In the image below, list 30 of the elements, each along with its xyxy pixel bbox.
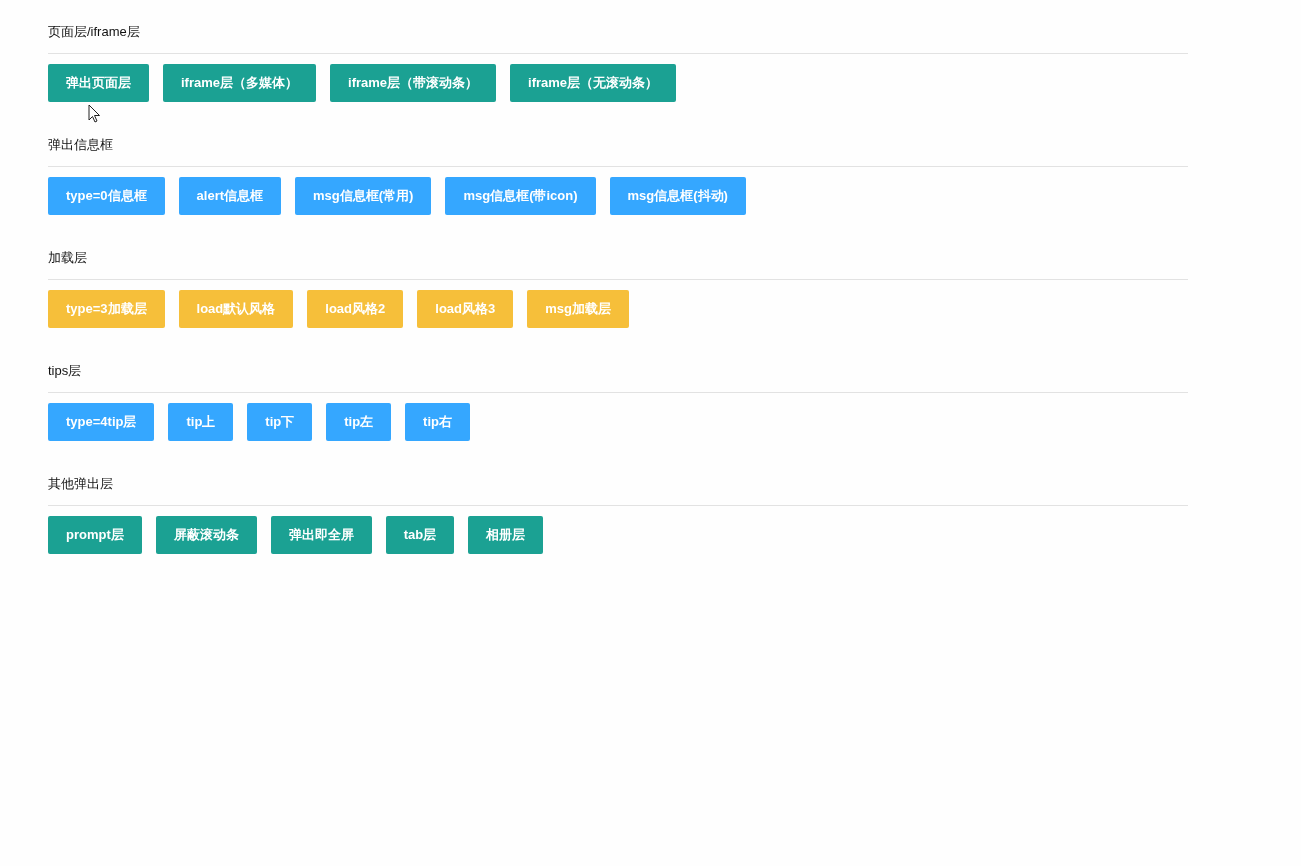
action-button[interactable]: alert信息框 (178, 177, 282, 215)
action-button[interactable]: 弹出即全屏 (270, 516, 372, 554)
action-button[interactable]: load风格2 (307, 290, 404, 328)
action-button[interactable]: tip左 (326, 403, 392, 441)
action-button[interactable]: msg加载层 (527, 290, 629, 328)
action-button[interactable]: tip上 (168, 403, 234, 441)
action-button[interactable]: tip右 (405, 403, 470, 441)
action-button[interactable]: 屏蔽滚动条 (155, 516, 257, 554)
action-button[interactable]: type=0信息框 (48, 177, 165, 215)
action-button[interactable]: iframe层（多媒体） (163, 64, 317, 102)
action-button[interactable]: 相册层 (468, 516, 544, 554)
action-button[interactable]: load默认风格 (178, 290, 294, 328)
section-title: 页面层/iframe层 (48, 24, 140, 39)
section-title: 加载层 (48, 250, 87, 265)
action-button[interactable]: prompt层 (48, 516, 142, 554)
action-button[interactable]: 弹出页面层 (48, 64, 149, 102)
section-title: 弹出信息框 (48, 137, 113, 152)
mouse-pointer-icon (88, 104, 101, 123)
section-title: tips层 (48, 363, 82, 378)
action-button[interactable]: msg信息框(抖动) (609, 177, 746, 215)
action-button[interactable]: iframe层（带滚动条） (330, 64, 497, 102)
action-button[interactable]: msg信息框(常用) (295, 177, 432, 215)
action-button[interactable]: load风格3 (417, 290, 514, 328)
section-title: 其他弹出层 (48, 476, 113, 491)
action-button[interactable]: tip下 (247, 403, 313, 441)
action-button[interactable]: type=3加载层 (48, 290, 165, 328)
action-button[interactable]: type=4tip层 (48, 403, 155, 441)
action-button[interactable]: tab层 (385, 516, 455, 554)
action-button[interactable]: msg信息框(带icon) (445, 177, 596, 215)
action-button[interactable]: iframe层（无滚动条） (510, 64, 677, 102)
